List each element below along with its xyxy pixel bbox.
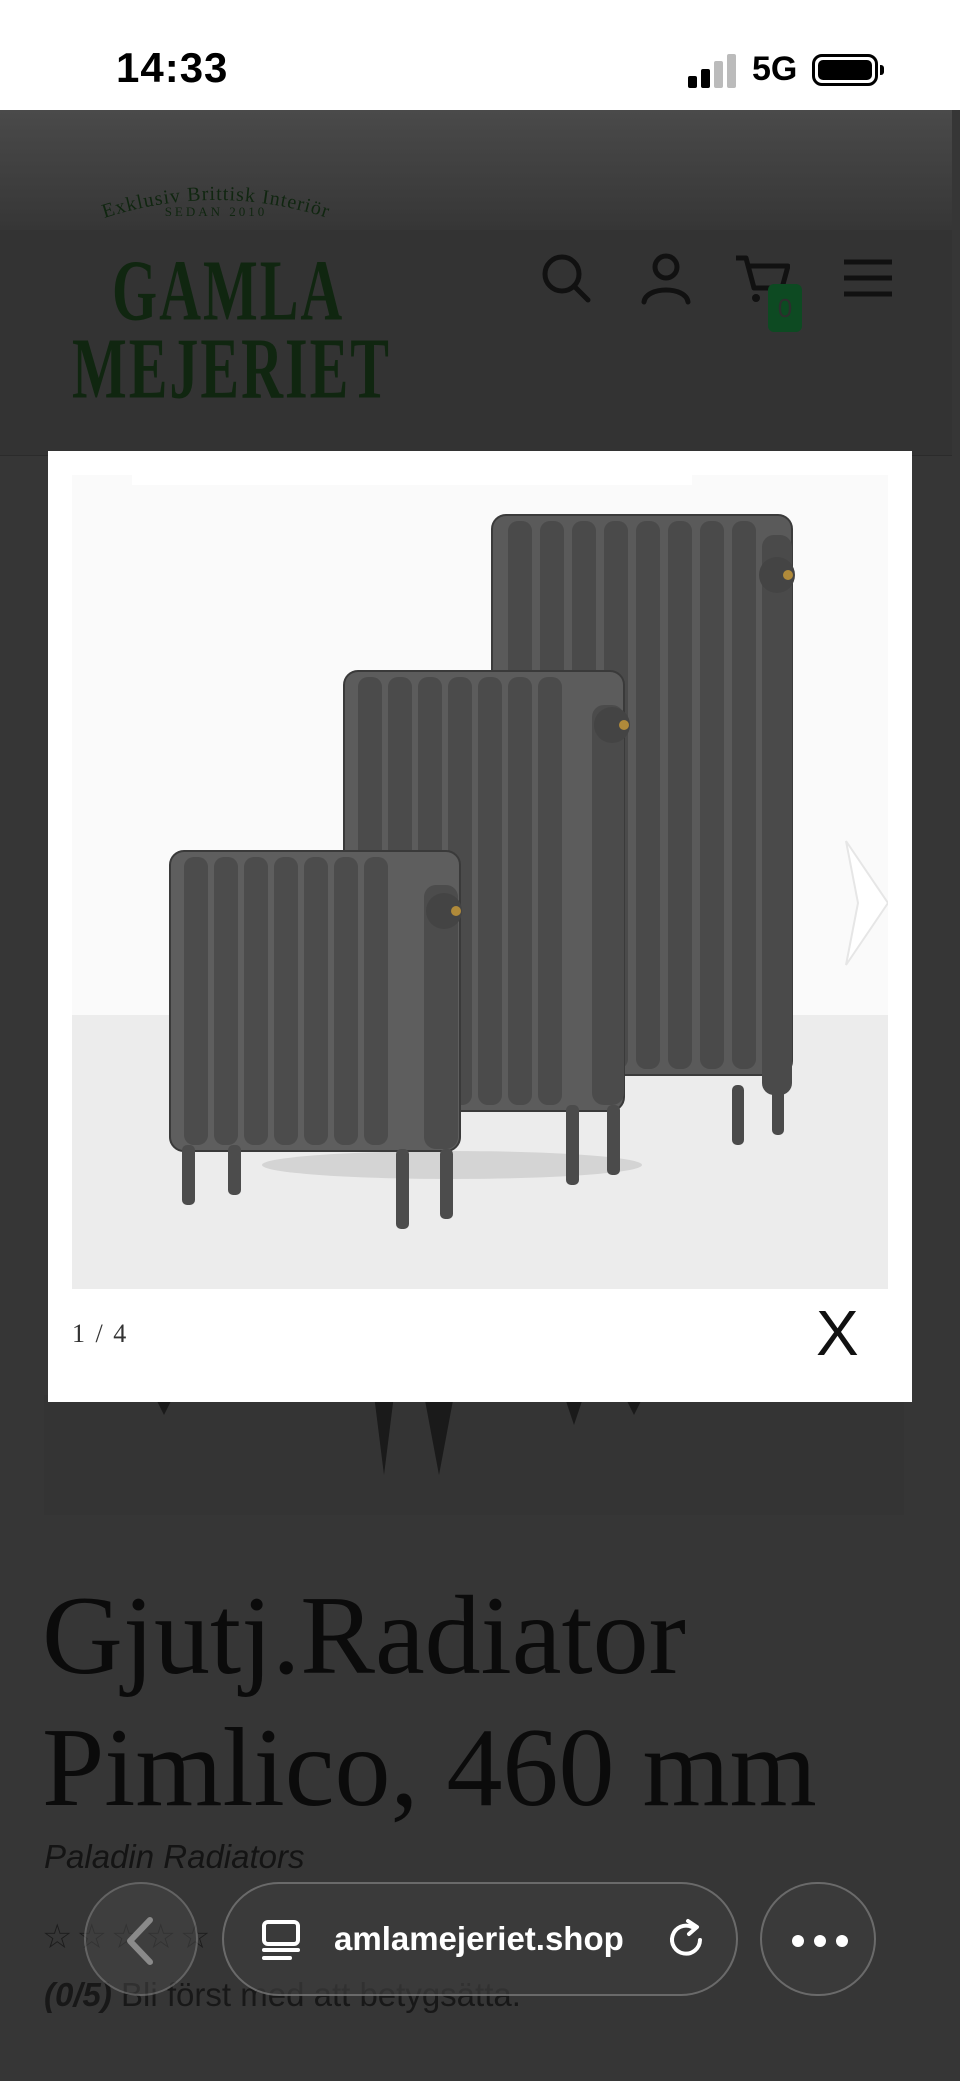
battery-icon	[812, 54, 884, 86]
menu-icon[interactable]	[840, 250, 896, 306]
signal-icon	[688, 52, 742, 88]
lightbox-image	[72, 475, 888, 1289]
network-type: 5G	[752, 50, 798, 88]
image-counter: 1 / 4	[72, 1319, 129, 1348]
search-icon[interactable]	[538, 250, 594, 306]
address-bar[interactable]: amlamejeriet.shop	[222, 1882, 738, 1996]
status-bar: 14:33 5G	[0, 0, 960, 110]
site-logo[interactable]: Exklusiv Brittisk Interiör SEDAN 2010 GA…	[66, 172, 389, 417]
product-brand[interactable]: Paladin Radiators	[44, 1838, 305, 1876]
cart-count-badge[interactable]: 0	[768, 284, 802, 332]
browser-back-button[interactable]	[84, 1882, 198, 1996]
logo-line-2: MEJERIET	[72, 319, 391, 418]
url-text[interactable]: amlamejeriet.shop	[334, 1920, 624, 1958]
status-time: 14:33	[116, 44, 229, 91]
chevron-left-icon	[127, 1917, 153, 1965]
more-options-button[interactable]	[760, 1882, 876, 1996]
tab-view-icon[interactable]	[260, 1918, 304, 1962]
next-image-arrow[interactable]	[836, 833, 888, 973]
close-button[interactable]: X	[816, 1301, 859, 1365]
svg-text:SEDAN 2010: SEDAN 2010	[165, 204, 268, 219]
logo-tagline: Exklusiv Brittisk Interiör SEDAN 2010	[99, 183, 332, 223]
ellipsis-icon	[792, 1935, 848, 1947]
image-lightbox: 1 / 4 X	[48, 451, 912, 1402]
account-icon[interactable]	[638, 250, 694, 306]
product-image-behind	[44, 1395, 904, 1515]
reload-icon[interactable]	[664, 1918, 708, 1962]
product-title: Gjutj.Radiator Pimlico, 460 mm	[42, 1574, 817, 1830]
